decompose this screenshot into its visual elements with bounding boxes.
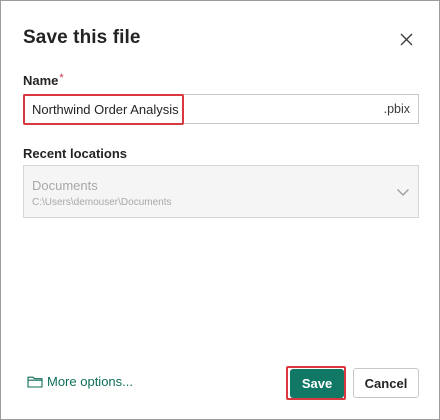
name-field: .pbix <box>23 94 419 124</box>
save-file-dialog: Save this file Name* .pbix Recent locati… <box>0 0 440 420</box>
save-button[interactable]: Save <box>290 369 344 398</box>
name-label-text: Name <box>23 73 59 88</box>
location-path: C:\Users\demouser\Documents <box>32 197 172 208</box>
dialog-title: Save this file <box>23 27 141 48</box>
location-name: Documents <box>32 178 98 193</box>
close-button[interactable] <box>395 28 417 50</box>
more-options-link[interactable]: More options... <box>27 374 133 389</box>
required-marker: * <box>59 72 64 84</box>
name-label: Name* <box>23 72 64 88</box>
more-options-label: More options... <box>47 374 133 389</box>
file-extension: .pbix <box>383 102 410 116</box>
cancel-button[interactable]: Cancel <box>353 368 419 398</box>
recent-locations-label: Recent locations <box>23 146 128 161</box>
recent-locations-dropdown[interactable]: Documents C:\Users\demouser\Documents <box>23 165 419 218</box>
chevron-down-icon <box>397 189 409 196</box>
folder-icon <box>27 376 43 388</box>
close-icon <box>400 33 412 45</box>
file-name-input[interactable] <box>24 95 372 123</box>
